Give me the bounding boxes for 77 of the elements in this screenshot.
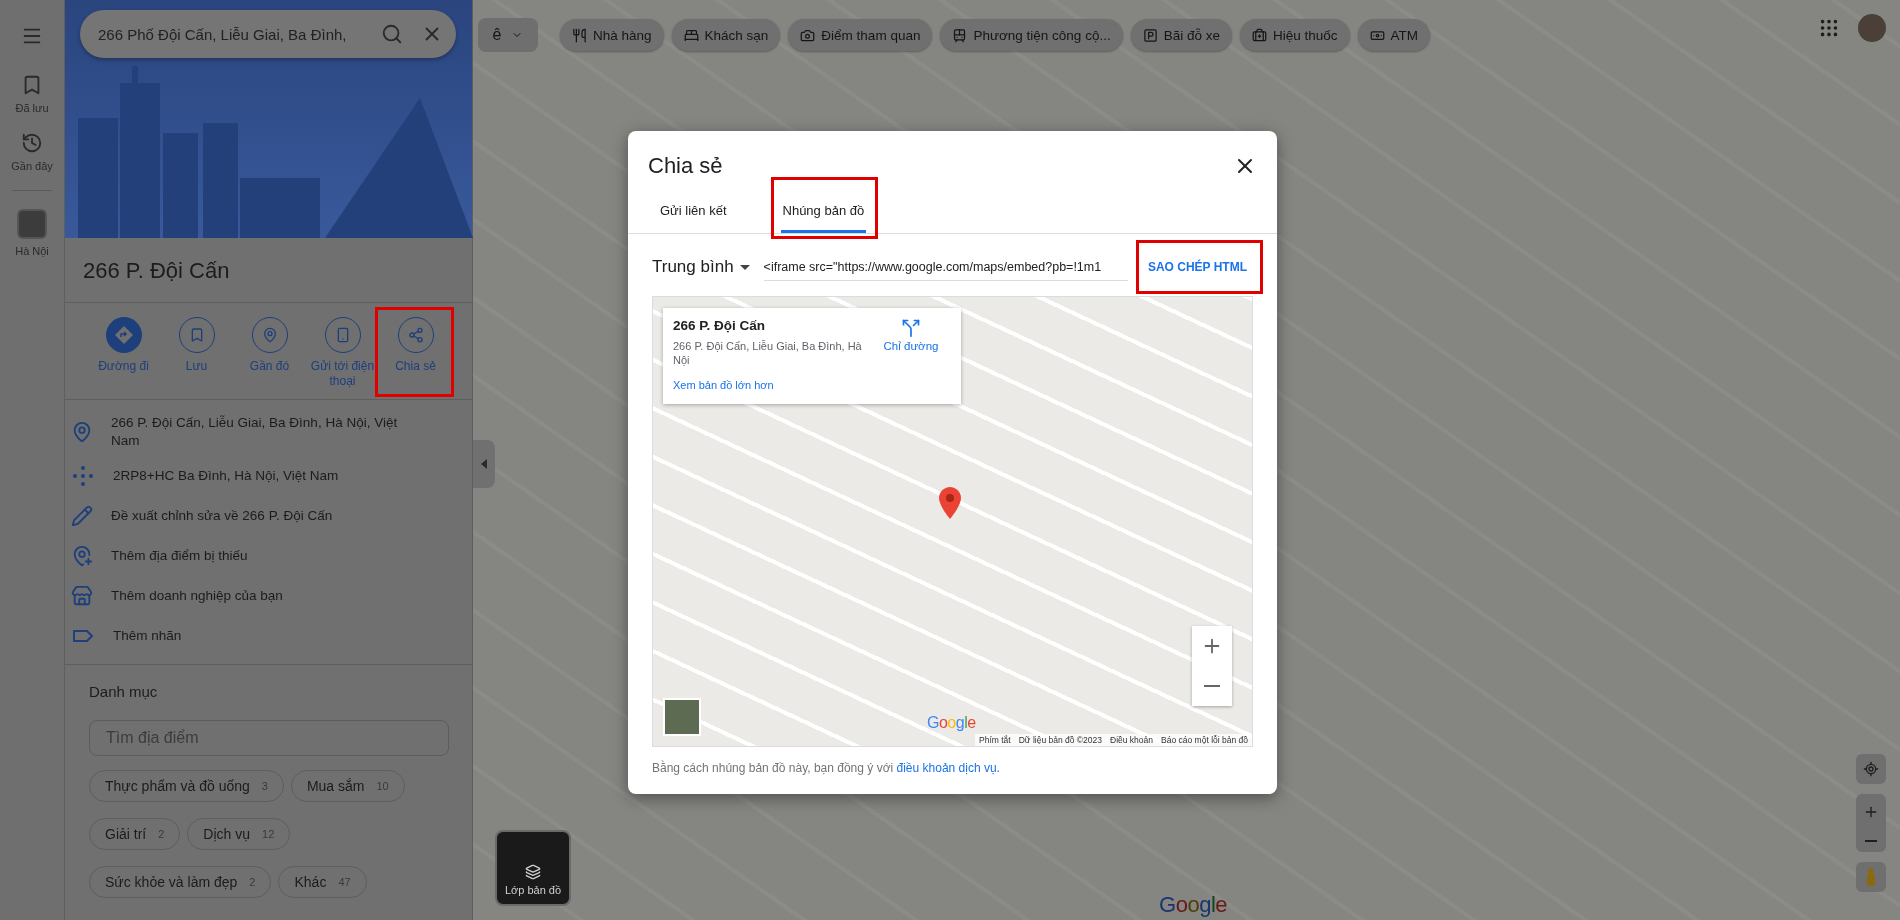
action-button[interactable]: Gần đó (233, 317, 306, 389)
detail-text[interactable]: Đề xuất chỉnh sửa về 266 P. Đội Cấn (111, 507, 421, 525)
card-title: 266 P. Đội Cấn (673, 318, 767, 333)
directions-icon (901, 318, 921, 338)
dialog-title: Chia sẻ (648, 153, 723, 179)
pencil-icon (71, 505, 93, 527)
detail-text[interactable]: Thêm địa điểm bị thiếu (111, 547, 421, 565)
tab[interactable]: Nhúng bản đồ (780, 193, 867, 233)
caret-icon (739, 264, 750, 270)
map-footer-link[interactable]: Dữ liệu bản đồ ©2023 (1018, 735, 1103, 745)
pin-icon (261, 327, 278, 343)
size-dropdown[interactable]: Trung bình (652, 257, 750, 277)
store-icon (71, 585, 93, 607)
detail-text[interactable]: Thêm doanh nghiệp của bạn (111, 587, 421, 605)
camera-icon (800, 27, 816, 43)
share-icon (407, 327, 424, 343)
category-chip[interactable]: Khách sạn (671, 19, 781, 51)
directions-icon (113, 325, 134, 345)
medical-kit-icon (1251, 27, 1267, 43)
input-method-button[interactable]: ê (478, 18, 538, 52)
satellite-thumbnail[interactable] (663, 698, 701, 736)
pin-icon (71, 421, 93, 443)
history-icon (21, 132, 43, 154)
map-logo: Google (1159, 892, 1227, 918)
layers-icon (525, 864, 541, 880)
category-chip[interactable]: Điểm tham quan (788, 19, 933, 51)
minus-icon (1204, 685, 1220, 687)
rail-item[interactable]: Gần đây (11, 132, 53, 172)
dots-icon (71, 464, 95, 488)
card-address: 266 P. Đội Cấn, Liễu Giai, Ba Đình, Hà Nội (673, 339, 863, 367)
layers-button[interactable]: Lớp bản đồ (495, 830, 571, 906)
terms-text: Bằng cách nhúng bản đồ này, bạn đồng ý với điều khoản dịch vụ. (652, 761, 1001, 775)
category-chip[interactable]: Phương tiện công cộ... (940, 19, 1123, 51)
pin-plus-icon (71, 545, 93, 567)
map-logo: Google (927, 714, 976, 732)
search-field[interactable]: 266 Phố Đội Cấn, Liễu Giai, Ba Đình, (98, 25, 372, 43)
tram-icon (952, 27, 968, 43)
zoom-in-button[interactable] (1192, 626, 1232, 666)
category-chip[interactable]: ATM (1357, 19, 1430, 51)
action-button[interactable]: Lưu (160, 317, 233, 389)
category-chip[interactable]: Hiệu thuốc (1239, 19, 1350, 51)
rail-item[interactable]: Đã lưu (15, 74, 49, 114)
terms-link[interactable]: điều khoản dịch vụ. (896, 761, 1000, 775)
apps-grid-icon[interactable] (1818, 17, 1840, 39)
map-pin-icon (939, 487, 961, 519)
detail-text[interactable]: 2RP8+HC Ba Đình, Hà Nội, Việt Nam (113, 467, 423, 485)
locate-icon (1863, 761, 1879, 777)
person-icon (1865, 867, 1877, 887)
collapse-button[interactable] (473, 440, 495, 488)
minus-icon (1865, 840, 1877, 842)
detail-text[interactable]: 266 P. Đội Cấn, Liễu Giai, Ba Đình, Hà Nội, Việt Nam (111, 414, 421, 450)
map-footer-link[interactable]: Phím tắt (979, 735, 1011, 745)
directions-link[interactable]: Chỉ đường (871, 318, 951, 394)
parking-icon (1142, 27, 1158, 43)
rail-item[interactable]: Hà Nội (15, 209, 49, 257)
bed-icon (683, 27, 699, 43)
action-button[interactable]: Gửi tới điện thoại (306, 317, 379, 389)
larger-map-link[interactable]: Xem bản đồ lớn hơn (673, 379, 774, 391)
map-footer-link[interactable]: Điều khoản (1110, 735, 1154, 745)
search-bar[interactable]: 266 Phố Đội Cấn, Liễu Giai, Ba Đình, (80, 10, 456, 58)
photo-placeholder (17, 209, 47, 239)
detail-text[interactable]: Thêm nhãn (113, 627, 423, 645)
section-heading: Danh mục (89, 683, 159, 700)
category-chip[interactable]: Bãi đỗ xe (1130, 19, 1232, 51)
locate-button[interactable] (1856, 754, 1886, 784)
category-chip[interactable]: Nhà hàng (560, 19, 664, 51)
utensils-icon (572, 27, 587, 43)
search-icon (381, 23, 403, 45)
plus-icon (1863, 804, 1879, 820)
place-title: 266 P. Đội Cấn (65, 238, 472, 303)
caret-icon (481, 459, 487, 469)
zoom-control[interactable] (1856, 794, 1886, 852)
action-button[interactable]: Chia sẻ (379, 317, 452, 389)
tab[interactable]: Gửi liên kết (658, 193, 729, 233)
map-footer-link[interactable]: Báo cáo một lỗi bản đồ (1161, 735, 1248, 745)
action-button[interactable]: Đường đi (87, 317, 160, 389)
copy-html-button[interactable]: SAO CHÉP HTML (1141, 252, 1253, 282)
